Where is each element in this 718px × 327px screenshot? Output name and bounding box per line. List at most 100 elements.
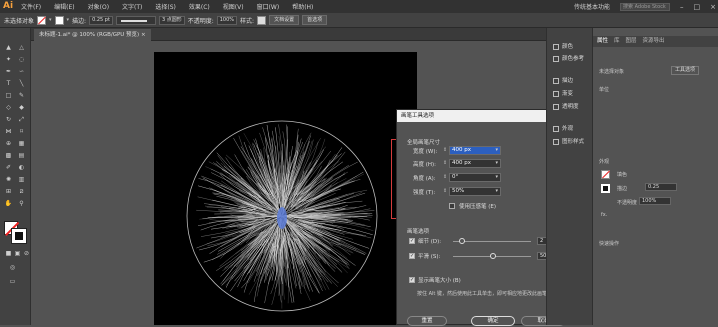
detail-checkbox[interactable]: ✓ [409, 238, 415, 244]
perspective-grid-tool-icon[interactable]: ▦ [17, 140, 26, 147]
symbol-sprayer-tool-icon[interactable]: ✺ [4, 176, 13, 183]
none-mode-icon[interactable]: ⊘ [22, 250, 31, 257]
angle-field[interactable]: 0°▾ [449, 173, 501, 182]
gradient-tool-icon[interactable]: ▤ [17, 152, 26, 159]
line-tool-icon[interactable]: ╲ [17, 80, 26, 87]
panel-appearance[interactable]: 外观 [553, 124, 573, 132]
variable-width-profile[interactable] [116, 16, 156, 25]
chevron-down-icon[interactable]: ▾ [495, 188, 498, 195]
tab-properties[interactable]: 属性 [597, 36, 608, 47]
stroke-swatch[interactable] [55, 16, 64, 25]
width-field[interactable]: 400 px▾ [449, 146, 501, 155]
direct-selection-tool-icon[interactable]: △ [17, 44, 26, 51]
opacity-label: 不透明度 [617, 199, 637, 206]
fx-button[interactable]: fx. [601, 212, 607, 218]
lasso-tool-icon[interactable]: ◌ [17, 56, 26, 63]
screen-mode-icon[interactable]: ▭ [8, 278, 17, 285]
stock-search-input[interactable]: 搜索 Adobe Stock [620, 3, 670, 11]
strength-field[interactable]: 50%▾ [449, 187, 501, 196]
graphic-style-swatch[interactable] [257, 16, 266, 25]
document-tab[interactable]: 未标题-1.ai* @ 100% (RGB/GPU 预览) × [34, 29, 151, 41]
panel-graphic-styles[interactable]: 图形样式 [553, 137, 584, 145]
height-field[interactable]: 400 px▾ [449, 159, 501, 168]
detail-slider-knob[interactable] [459, 238, 465, 244]
use-pressure-label: 使用压感笔 (E) [459, 202, 496, 210]
maximize-icon[interactable]: □ [694, 3, 701, 11]
artboard-tool-icon[interactable]: ⊞ [4, 188, 13, 195]
minimize-icon[interactable]: – [680, 3, 684, 11]
close-icon[interactable]: × [710, 3, 716, 11]
width-tool-icon[interactable]: ⋈ [4, 128, 13, 135]
blend-tool-icon[interactable]: ◐ [17, 164, 26, 171]
stroke-weight-field[interactable]: 0.25 [645, 183, 677, 191]
color-guide-icon [553, 56, 559, 62]
chevron-down-icon[interactable]: ▾ [495, 160, 498, 167]
stroke-indicator[interactable] [12, 229, 26, 243]
shape-builder-tool-icon[interactable]: ⊕ [4, 140, 13, 147]
mesh-tool-icon[interactable]: ▩ [4, 152, 13, 159]
magic-wand-tool-icon[interactable]: ✦ [4, 56, 13, 63]
opacity-field[interactable]: 100% [639, 197, 671, 205]
draw-mode-icon[interactable]: ◎ [8, 264, 17, 271]
color-mode-icon[interactable]: ■ [4, 250, 13, 257]
panel-gradient[interactable]: 渐变 [553, 89, 573, 97]
close-tab-icon[interactable]: × [141, 32, 146, 38]
menu-view[interactable]: 视图(V) [223, 2, 244, 11]
type-tool-icon[interactable]: T [4, 80, 13, 87]
slice-tool-icon[interactable]: ⧄ [17, 188, 26, 195]
rotate-tool-icon[interactable]: ↻ [4, 116, 13, 123]
tab-layers[interactable]: 图层 [626, 36, 637, 47]
zoom-tool-icon[interactable]: ⚲ [17, 200, 26, 207]
selection-tool-icon[interactable]: ▲ [4, 44, 13, 51]
tool-options-button[interactable]: 工具选项 [671, 66, 699, 75]
fill-swatch[interactable] [37, 16, 46, 25]
document-setup-button[interactable]: 文档设置 [269, 15, 299, 25]
chevron-down-icon[interactable]: ▾ [67, 17, 70, 23]
eyedropper-tool-icon[interactable]: ✐ [4, 164, 13, 171]
fill-swatch[interactable] [601, 170, 610, 179]
appearance-heading: 外观 [599, 158, 609, 165]
menu-type[interactable]: 文字(T) [122, 2, 142, 11]
graph-tool-icon[interactable]: ▥ [17, 176, 26, 183]
workspace-switcher[interactable]: 传统基本功能 [574, 2, 610, 11]
use-pressure-checkbox[interactable] [449, 203, 455, 209]
menu-edit[interactable]: 编辑(E) [54, 2, 74, 11]
menu-help[interactable]: 帮助(H) [292, 2, 313, 11]
gradient-mode-icon[interactable]: ▣ [13, 250, 22, 257]
pen-tool-icon[interactable]: ✒ [4, 68, 13, 75]
collapsed-panels: 颜色 颜色参考 描边 渐变 透明度 外观 图形样式 [546, 28, 592, 325]
eraser-tool-icon[interactable]: ◆ [17, 104, 26, 111]
tab-asset-export[interactable]: 资源导出 [643, 36, 665, 47]
smooth-slider-knob[interactable] [490, 253, 496, 259]
scale-tool-icon[interactable]: ⤢ [17, 116, 26, 123]
stroke-swatch[interactable] [601, 184, 610, 193]
tools-panel: ▲ △ ✦ ◌ ✒ ∽ T ╲ □ ✎ ◇ ◆ ↻ ⤢ ⋈ ⌑ ⊕ ▦ ▩ ▤ … [0, 28, 31, 325]
opacity-field[interactable]: 100% [217, 16, 237, 25]
chevron-down-icon[interactable]: ▾ [495, 174, 498, 181]
tab-libraries[interactable]: 库 [614, 36, 620, 47]
menu-window[interactable]: 窗口(W) [257, 2, 280, 11]
smooth-checkbox[interactable]: ✓ [409, 253, 415, 259]
artboard[interactable] [154, 52, 417, 325]
menu-file[interactable]: 文件(F) [21, 2, 41, 11]
stroke-weight-field[interactable]: 0.25 pt [89, 16, 113, 25]
menu-object[interactable]: 对象(O) [88, 2, 109, 11]
preferences-button[interactable]: 首选项 [302, 15, 327, 25]
chevron-down-icon[interactable]: ▾ [49, 17, 52, 23]
menu-effect[interactable]: 效果(C) [189, 2, 210, 11]
panel-color[interactable]: 颜色 [553, 42, 573, 50]
panel-stroke[interactable]: 描边 [553, 76, 573, 84]
curvature-tool-icon[interactable]: ∽ [17, 68, 26, 75]
rectangle-tool-icon[interactable]: □ [4, 92, 13, 99]
shaper-tool-icon[interactable]: ◇ [4, 104, 13, 111]
chevron-down-icon[interactable]: ▾ [495, 147, 498, 154]
menu-select[interactable]: 选择(S) [155, 2, 176, 11]
paintbrush-tool-icon[interactable]: ✎ [17, 92, 26, 99]
document-tab-title: 未标题-1.ai* @ 100% (RGB/GPU 预览) [39, 32, 139, 38]
show-size-checkbox[interactable]: ✓ [409, 277, 415, 283]
hand-tool-icon[interactable]: ✋ [4, 200, 13, 207]
free-transform-tool-icon[interactable]: ⌑ [17, 128, 26, 135]
panel-color-guide[interactable]: 颜色参考 [553, 54, 584, 62]
panel-transparency[interactable]: 透明度 [553, 102, 579, 110]
brush-definition-field[interactable]: 3 点圆形 [159, 16, 185, 25]
